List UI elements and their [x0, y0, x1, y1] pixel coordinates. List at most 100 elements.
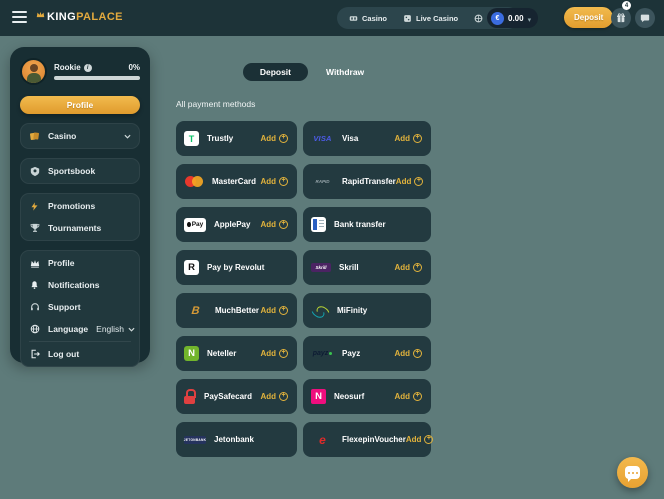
payment-method-card[interactable]: e FlexepinVoucher Add [303, 422, 431, 457]
revolut-icon: R [184, 260, 199, 275]
add-payment-button[interactable]: Add [260, 392, 288, 401]
payment-method-card[interactable]: Bank transfer Add [303, 207, 431, 242]
add-payment-button[interactable]: Add [394, 349, 422, 358]
sidebar-item-profile[interactable]: Profile [21, 252, 139, 274]
balance-selector[interactable]: € 0.00 [487, 8, 538, 28]
flexepin-icon: e [311, 433, 334, 447]
divider [29, 341, 131, 342]
payment-method-card[interactable]: RAPID RapidTransfer Add [303, 164, 431, 199]
slots-icon [349, 14, 358, 23]
payment-methods-grid: T Trustly Add VISA Visa Add MasterCard [176, 121, 431, 457]
rewards-button[interactable] [611, 8, 631, 28]
muchbetter-icon: B [183, 305, 207, 317]
payment-method-card[interactable]: N Neteller Add [176, 336, 297, 371]
level-progress-bar [54, 76, 140, 80]
add-payment-button[interactable]: Add [394, 263, 422, 272]
sidebar-item-support[interactable]: Support [21, 296, 139, 318]
add-payment-button[interactable]: Add [260, 306, 288, 315]
mifinity-icon [311, 305, 329, 317]
add-label: Add [260, 220, 276, 229]
payment-method-name: PaySafecard [204, 392, 252, 401]
nav-group-sportsbook: Sportsbook [20, 158, 140, 184]
add-label: Add [260, 134, 276, 143]
live-chat-button[interactable] [617, 457, 648, 488]
payment-method-name: Neteller [207, 349, 236, 358]
nav-live-casino[interactable]: Live Casino [403, 14, 458, 23]
plus-circle-icon [279, 306, 288, 315]
chevron-down-icon [528, 9, 532, 27]
plus-circle-icon [414, 177, 423, 186]
crown-icon [29, 259, 40, 268]
payment-method-card[interactable]: JETONBANK Jetonbank Add [176, 422, 297, 457]
payment-method-card[interactable]: VISA Visa Add [303, 121, 431, 156]
payment-method-card[interactable]: Skrill Skrill Add [303, 250, 431, 285]
payment-method-card[interactable]: B MuchBetter Add [176, 293, 297, 328]
add-label: Add [394, 392, 410, 401]
payment-method-card[interactable]: Pay ApplePay Add [176, 207, 297, 242]
sidebar-item-sportsbook[interactable]: Sportsbook [21, 160, 139, 182]
add-payment-button[interactable]: Add [394, 392, 422, 401]
menu-icon[interactable] [12, 11, 27, 24]
avatar [20, 58, 47, 85]
top-bar: KINGPALACE Casino Live Casino Sport € 0.… [0, 0, 664, 36]
main-content: Deposit Withdraw All payment methods T T… [176, 36, 431, 457]
add-label: Add [394, 134, 410, 143]
jetonbank-icon: JETONBANK [184, 436, 206, 444]
sidebar-item-language[interactable]: Language English [21, 318, 139, 340]
shield-icon [29, 166, 40, 177]
globe-icon [29, 324, 40, 334]
tab-deposit[interactable]: Deposit [243, 63, 308, 81]
plus-circle-icon [424, 435, 433, 444]
payment-method-name: Jetonbank [214, 435, 254, 444]
add-payment-button[interactable]: Add [396, 177, 424, 186]
payment-method-name: Bank transfer [334, 220, 386, 229]
level-name: Rookie [54, 63, 81, 72]
coin-icon: € [491, 12, 504, 25]
add-label: Add [394, 349, 410, 358]
crown-icon [36, 16, 45, 18]
payment-method-name: MuchBetter [215, 306, 259, 315]
sidebar-item-promotions[interactable]: Promotions [21, 195, 139, 217]
sidebar-item-casino[interactable]: Casino [21, 125, 139, 147]
add-payment-button[interactable]: Add [260, 220, 288, 229]
plus-circle-icon [413, 392, 422, 401]
plus-circle-icon [279, 134, 288, 143]
cards-icon [29, 131, 40, 141]
sidebar-item-notifications[interactable]: Notifications [21, 274, 139, 296]
logout-icon [29, 349, 40, 359]
add-payment-button[interactable]: Add [260, 134, 288, 143]
sidebar: Rookie i 0% Profile Casino Sportsbook [10, 47, 150, 363]
info-icon[interactable]: i [84, 64, 92, 72]
nav-casino[interactable]: Casino [349, 14, 387, 23]
payment-method-card[interactable]: T Trustly Add [176, 121, 297, 156]
add-payment-button[interactable]: Add [394, 134, 422, 143]
sidebar-item-tournaments[interactable]: Tournaments [21, 217, 139, 239]
deposit-button[interactable]: Deposit [564, 7, 613, 28]
logo[interactable]: KINGPALACE [36, 11, 123, 23]
nav-group-offers: Promotions Tournaments [20, 193, 140, 241]
payment-method-name: Skrill [339, 263, 359, 272]
user-summary: Rookie i 0% [20, 58, 140, 85]
visa-icon: VISA [311, 134, 334, 143]
profile-button[interactable]: Profile [20, 96, 140, 114]
chat-bubble-icon [625, 466, 640, 479]
payment-method-card[interactable]: PaySafecard Add [176, 379, 297, 414]
payment-method-card[interactable]: R Pay by Revolut Add [176, 250, 297, 285]
payment-method-card[interactable]: MasterCard Add [176, 164, 297, 199]
add-payment-button[interactable]: Add [260, 349, 288, 358]
payment-method-card[interactable]: payz Payz Add [303, 336, 431, 371]
payment-method-card[interactable]: MiFinity Add [303, 293, 431, 328]
messages-button[interactable] [635, 8, 655, 28]
payment-method-name: Pay by Revolut [207, 263, 264, 272]
payment-method-card[interactable]: N Neosurf Add [303, 379, 431, 414]
balance-amount: 0.00 [508, 14, 524, 23]
add-label: Add [260, 392, 276, 401]
payment-method-name: RapidTransfer [342, 177, 396, 186]
tab-withdraw[interactable]: Withdraw [326, 67, 364, 77]
nav-group-casino: Casino [20, 123, 140, 149]
sidebar-item-logout[interactable]: Log out [21, 343, 139, 365]
add-payment-button[interactable]: Add [260, 177, 288, 186]
applepay-icon: Pay [184, 218, 206, 232]
plus-circle-icon [413, 349, 422, 358]
add-payment-button[interactable]: Add [406, 435, 434, 444]
